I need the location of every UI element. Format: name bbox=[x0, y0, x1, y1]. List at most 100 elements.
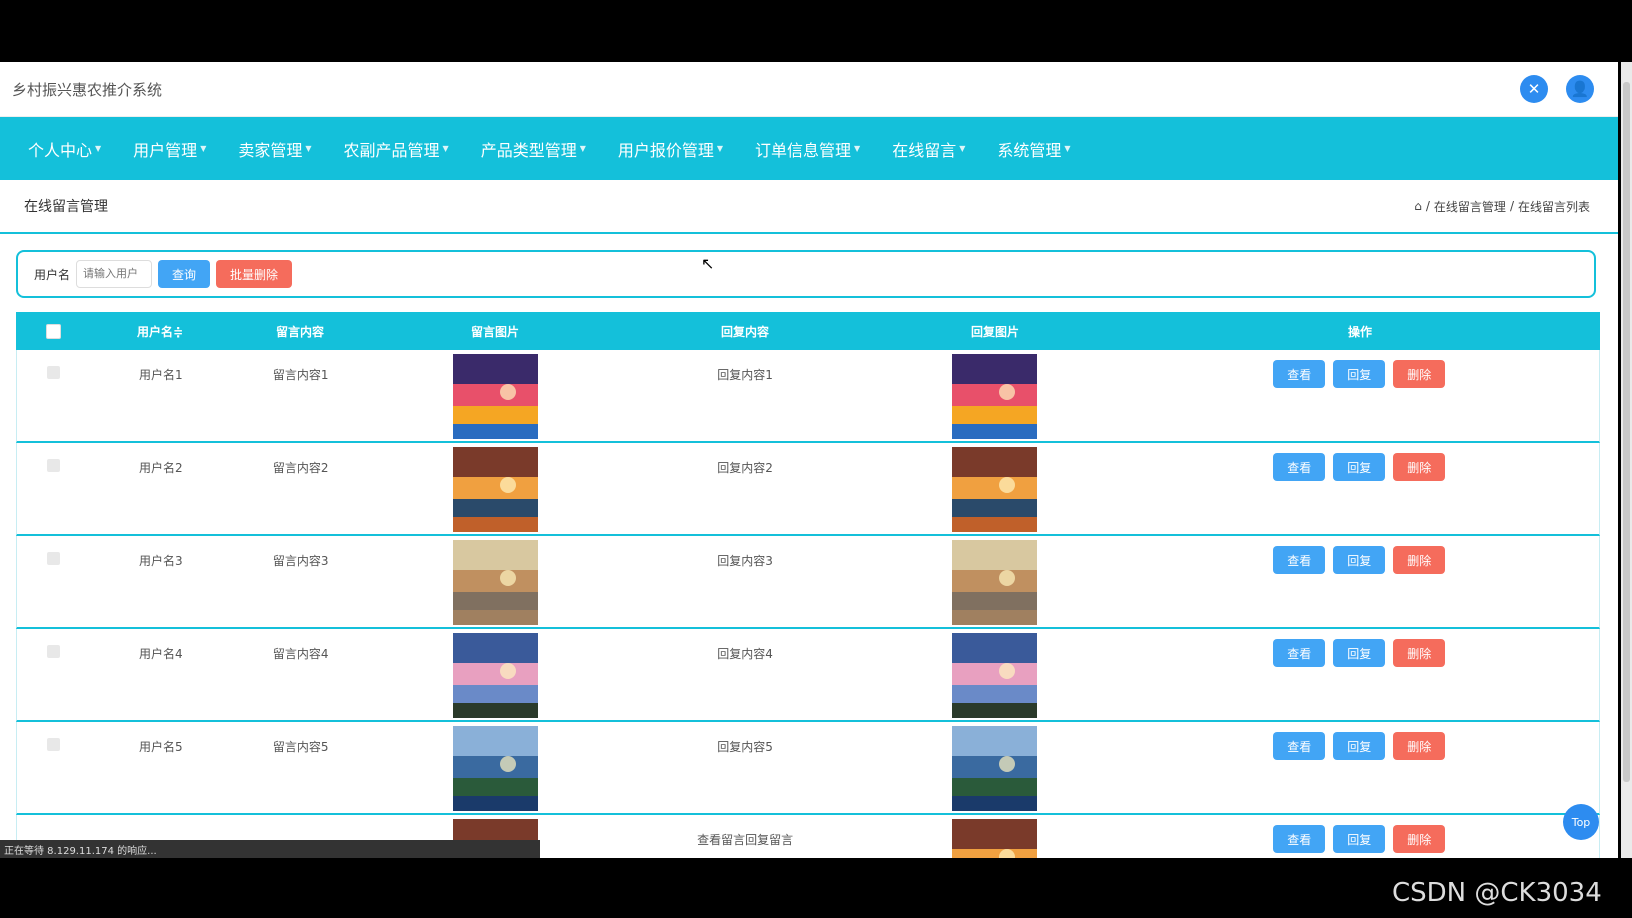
table-row: 用户名4 留言内容4 回复内容4 查看 回复 删除 bbox=[16, 629, 1600, 722]
table-row: 用户名2 留言内容2 回复内容2 查看 回复 删除 bbox=[16, 443, 1600, 536]
cell-content: 留言内容1 bbox=[272, 368, 329, 382]
cell-reply: 回复内容4 bbox=[717, 647, 773, 661]
nav-item-sellers[interactable]: 卖家管理 ▼ bbox=[222, 137, 327, 161]
reply-image[interactable] bbox=[952, 819, 1038, 858]
chevron-down-icon: ▼ bbox=[716, 144, 724, 153]
delete-button[interactable]: 删除 bbox=[1393, 360, 1446, 388]
view-button[interactable]: 查看 bbox=[1273, 453, 1326, 481]
column-header-reply-image: 回复图片 bbox=[970, 324, 1019, 339]
query-button[interactable]: 查询 bbox=[158, 260, 211, 288]
username-search-input[interactable] bbox=[76, 260, 153, 288]
cell-username: 用户名2 bbox=[139, 461, 183, 475]
cell-username: 用户名1 bbox=[139, 368, 183, 382]
home-icon[interactable]: ⌂ bbox=[1414, 199, 1422, 213]
row-checkbox[interactable] bbox=[47, 552, 61, 565]
delete-button[interactable]: 删除 bbox=[1393, 546, 1446, 574]
chevron-down-icon: ▼ bbox=[1064, 144, 1071, 153]
reply-button[interactable]: 回复 bbox=[1333, 732, 1386, 760]
reply-image[interactable] bbox=[952, 540, 1038, 625]
view-button[interactable]: 查看 bbox=[1273, 825, 1326, 853]
column-header-content: 留言内容 bbox=[275, 324, 324, 339]
column-header-reply: 回复内容 bbox=[720, 324, 769, 339]
search-panel: 用户名 查询 批量删除 bbox=[16, 250, 1596, 298]
page-scrollbar[interactable] bbox=[1621, 62, 1632, 858]
chevron-down-icon: ▼ bbox=[200, 144, 207, 153]
cell-reply: 回复内容5 bbox=[717, 740, 773, 754]
chevron-down-icon: ▼ bbox=[442, 144, 449, 153]
nav-item-users[interactable]: 用户管理 ▼ bbox=[117, 137, 222, 161]
message-image[interactable] bbox=[452, 354, 538, 439]
column-header-username[interactable]: 用户名≑ bbox=[90, 323, 230, 340]
breadcrumb: ⌂ / 在线留言管理 / 在线留言列表 bbox=[1414, 198, 1590, 215]
reply-button[interactable]: 回复 bbox=[1333, 546, 1386, 574]
cell-reply: 回复内容3 bbox=[717, 554, 773, 568]
mouse-cursor-icon: ↖ bbox=[701, 254, 715, 273]
cell-username: 用户名4 bbox=[139, 647, 183, 661]
nav-item-orders[interactable]: 订单信息管理 ▼ bbox=[739, 137, 876, 161]
main-nav: 个人中心 ▼ 用户管理 ▼ 卖家管理 ▼ 农副产品管理 ▼ 产品类型管理 ▼ 用户报价管理… bbox=[0, 117, 1618, 180]
chevron-down-icon: ▼ bbox=[854, 144, 861, 153]
reply-image[interactable] bbox=[952, 447, 1038, 532]
cell-username: 用户名3 bbox=[139, 554, 183, 568]
app-title: 乡村振兴惠农推介系统 bbox=[12, 80, 163, 99]
row-checkbox[interactable] bbox=[47, 459, 61, 472]
reply-image[interactable] bbox=[952, 726, 1038, 811]
fullscreen-icon[interactable]: ✕ bbox=[1520, 75, 1548, 103]
reply-image[interactable] bbox=[952, 633, 1038, 718]
row-checkbox[interactable] bbox=[47, 366, 61, 379]
nav-item-product-types[interactable]: 产品类型管理 ▼ bbox=[465, 137, 602, 161]
chevron-down-icon: ▼ bbox=[305, 144, 312, 153]
cell-content: 留言内容5 bbox=[272, 740, 329, 754]
chevron-down-icon: ▼ bbox=[95, 144, 102, 153]
cell-content: 留言内容2 bbox=[272, 461, 329, 475]
view-button[interactable]: 查看 bbox=[1273, 639, 1326, 667]
cell-reply: 回复内容1 bbox=[717, 368, 773, 382]
message-image[interactable] bbox=[452, 447, 538, 532]
header: 乡村振兴惠农推介系统 ✕ 👤 bbox=[0, 62, 1618, 117]
back-to-top-button[interactable]: Top bbox=[1563, 804, 1599, 840]
message-image[interactable] bbox=[452, 726, 538, 811]
nav-item-products[interactable]: 农副产品管理 ▼ bbox=[328, 137, 465, 161]
column-header-ops: 操作 bbox=[1347, 324, 1372, 339]
reply-button[interactable]: 回复 bbox=[1333, 639, 1386, 667]
message-table: 用户名≑ 留言内容 留言图片 回复内容 回复图片 操作 用户名1 留言内容1 回复内… bbox=[16, 312, 1600, 858]
message-image[interactable] bbox=[452, 633, 538, 718]
delete-button[interactable]: 删除 bbox=[1393, 825, 1446, 853]
watermark-text: CSDN @CK3034 bbox=[1392, 878, 1602, 908]
user-avatar-icon[interactable]: 👤 bbox=[1566, 75, 1594, 103]
table-row: 用户名3 留言内容3 回复内容3 查看 回复 删除 bbox=[16, 536, 1600, 629]
reply-image[interactable] bbox=[952, 354, 1038, 439]
chevron-down-icon: ▼ bbox=[959, 144, 966, 153]
select-all-checkbox[interactable] bbox=[45, 323, 61, 339]
app-window: 乡村振兴惠农推介系统 ✕ 👤 个人中心 ▼ 用户管理 ▼ 卖家管理 ▼ 农副产品管理 ▼… bbox=[0, 62, 1618, 858]
reply-button[interactable]: 回复 bbox=[1333, 360, 1386, 388]
breadcrumb-bar: 在线留言管理 ⌂ / 在线留言管理 / 在线留言列表 bbox=[0, 180, 1618, 234]
nav-item-profile[interactable]: 个人中心 ▼ bbox=[12, 137, 117, 161]
view-button[interactable]: 查看 bbox=[1273, 732, 1326, 760]
nav-item-messages[interactable]: 在线留言 ▼ bbox=[876, 137, 981, 161]
delete-button[interactable]: 删除 bbox=[1393, 639, 1446, 667]
column-header-image: 留言图片 bbox=[470, 324, 519, 339]
cell-reply: 查看留言回复留言 bbox=[697, 833, 794, 847]
reply-button[interactable]: 回复 bbox=[1333, 825, 1386, 853]
delete-button[interactable]: 删除 bbox=[1393, 732, 1446, 760]
cell-username: 用户名5 bbox=[139, 740, 183, 754]
message-image[interactable] bbox=[452, 540, 538, 625]
row-checkbox[interactable] bbox=[47, 645, 61, 658]
cell-content: 留言内容3 bbox=[272, 554, 329, 568]
breadcrumb-item[interactable]: 在线留言管理 bbox=[1434, 198, 1506, 215]
view-button[interactable]: 查看 bbox=[1273, 360, 1326, 388]
table-row: 用户名1 留言内容1 回复内容1 查看 回复 删除 bbox=[16, 350, 1600, 443]
browser-status-bar: 正在等待 8.129.11.174 的响应... bbox=[0, 840, 540, 858]
cell-content: 留言内容4 bbox=[272, 647, 329, 661]
delete-button[interactable]: 删除 bbox=[1393, 453, 1446, 481]
row-checkbox[interactable] bbox=[47, 738, 61, 751]
nav-item-quotes[interactable]: 用户报价管理 ▼ bbox=[602, 137, 739, 161]
batch-delete-button[interactable]: 批量删除 bbox=[216, 260, 293, 288]
view-button[interactable]: 查看 bbox=[1273, 546, 1326, 574]
search-label: 用户名 bbox=[34, 267, 71, 282]
page-title: 在线留言管理 bbox=[24, 199, 108, 215]
cell-reply: 回复内容2 bbox=[717, 461, 773, 475]
nav-item-system[interactable]: 系统管理 ▼ bbox=[981, 137, 1086, 161]
reply-button[interactable]: 回复 bbox=[1333, 453, 1386, 481]
